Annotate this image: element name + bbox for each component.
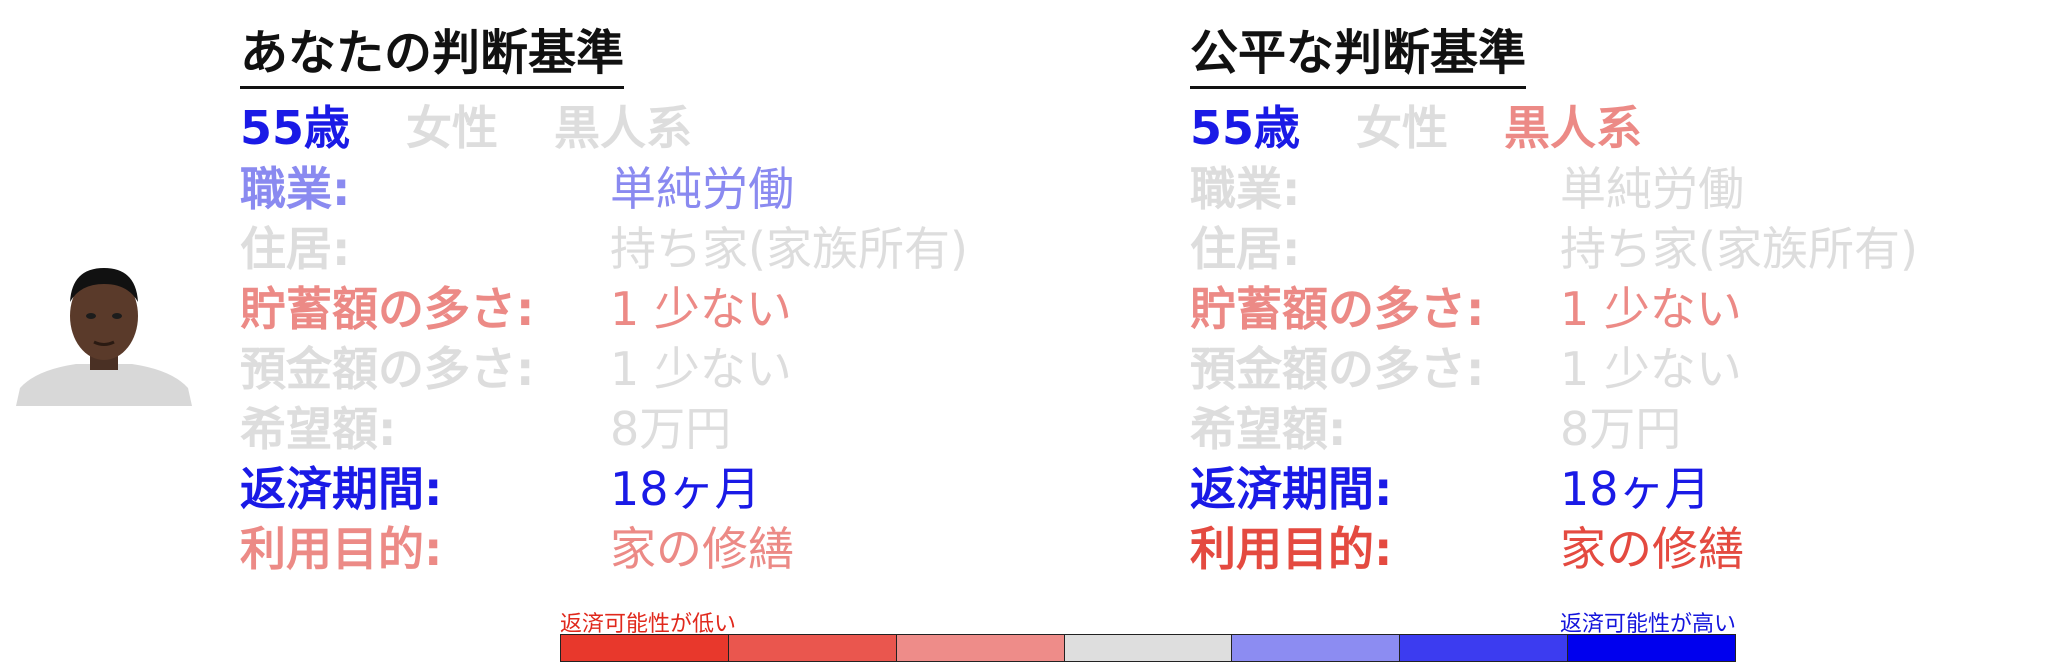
attribute-list: 職業: 単純労働 住居: 持ち家(家族所有) 貯蓄額の多さ: 1 少ない 預金額の多さ: 1 …: [1190, 159, 2048, 579]
attribute-row: 預金額の多さ: 1 少ない: [1190, 339, 2048, 399]
attribute-label: 希望額:: [240, 402, 397, 456]
fair-criteria-panel: 公平な判断基準 55歳 女性 黒人系 職業: 単純労働 住居: 持ち家(家族所有) 貯蓄…: [1190, 22, 2048, 579]
panel-title: あなたの判断基準: [240, 22, 625, 89]
attribute-value: 1 少ない: [1560, 282, 1742, 336]
attribute-value: 持ち家(家族所有): [1560, 222, 1918, 276]
attribute-value: 1 少ない: [610, 282, 792, 336]
applicant-photo: [16, 262, 192, 406]
attribute-row: 希望額: 8万円: [240, 399, 1140, 459]
attribute-row: 返済期間: 18ヶ月: [1190, 459, 2048, 519]
attribute-label: 利用目的:: [240, 522, 443, 576]
attribute-label: 返済期間:: [240, 462, 443, 516]
age-label: 55歳: [240, 101, 351, 155]
demographics-row: 55歳 女性 黒人系: [1190, 97, 2048, 159]
attribute-row: 利用目的: 家の修繕: [240, 519, 1140, 579]
attribute-row: 希望額: 8万円: [1190, 399, 2048, 459]
scale-segment: [1232, 635, 1401, 661]
attribute-value: 8万円: [1560, 402, 1682, 456]
gender-label: 女性: [1356, 101, 1449, 155]
attribute-row: 預金額の多さ: 1 少ない: [240, 339, 1140, 399]
scale-segment: [728, 635, 897, 661]
race-label: 黒人系: [554, 101, 693, 155]
panel-title: 公平な判断基準: [1190, 22, 1527, 89]
scale-segment: [1064, 635, 1233, 661]
attribute-label: 貯蓄額の多さ:: [1190, 282, 1485, 336]
scale-segment: [896, 635, 1065, 661]
attribute-label: 住居:: [240, 222, 351, 276]
attribute-value: 1 少ない: [1560, 342, 1742, 396]
attribute-list: 職業: 単純労働 住居: 持ち家(家族所有) 貯蓄額の多さ: 1 少ない 預金額の多さ: 1 …: [240, 159, 1140, 579]
attribute-row: 住居: 持ち家(家族所有): [1190, 219, 2048, 279]
attribute-value: 家の修繕: [1560, 522, 1744, 576]
attribute-row: 貯蓄額の多さ: 1 少ない: [240, 279, 1140, 339]
age-label: 55歳: [1190, 101, 1301, 155]
scale-segment: [1400, 635, 1569, 661]
attribute-value: 1 少ない: [610, 342, 792, 396]
attribute-row: 利用目的: 家の修繕: [1190, 519, 2048, 579]
attribute-value: 家の修繕: [610, 522, 794, 576]
attribute-label: 預金額の多さ:: [240, 342, 535, 396]
attribute-value: 単純労働: [1560, 162, 1744, 216]
attribute-value: 8万円: [610, 402, 732, 456]
demographics-row: 55歳 女性 黒人系: [240, 97, 1140, 159]
gender-label: 女性: [406, 101, 499, 155]
attribute-label: 職業:: [1190, 162, 1301, 216]
attribute-value: 18ヶ月: [610, 462, 761, 516]
attribute-label: 貯蓄額の多さ:: [240, 282, 535, 336]
attribute-value: 単純労働: [610, 162, 794, 216]
attribute-value: 18ヶ月: [1560, 462, 1711, 516]
attribute-label: 希望額:: [1190, 402, 1347, 456]
attribute-value: 持ち家(家族所有): [610, 222, 968, 276]
scale-segment: [561, 635, 729, 661]
attribute-row: 返済期間: 18ヶ月: [240, 459, 1140, 519]
color-scale-bar: [560, 634, 1736, 662]
attribute-label: 利用目的:: [1190, 522, 1393, 576]
attribute-row: 住居: 持ち家(家族所有): [240, 219, 1140, 279]
scale-segment: [1568, 635, 1736, 661]
attribute-label: 住居:: [1190, 222, 1301, 276]
attribute-row: 職業: 単純労働: [1190, 159, 2048, 219]
race-label: 黒人系: [1504, 101, 1643, 155]
attribute-row: 職業: 単純労働: [240, 159, 1140, 219]
attribute-label: 返済期間:: [1190, 462, 1393, 516]
attribute-row: 貯蓄額の多さ: 1 少ない: [1190, 279, 2048, 339]
your-criteria-panel: あなたの判断基準 55歳 女性 黒人系 職業: 単純労働 住居: 持ち家(家族所有) 貯…: [240, 22, 1140, 579]
attribute-label: 預金額の多さ:: [1190, 342, 1485, 396]
attribute-label: 職業:: [240, 162, 351, 216]
